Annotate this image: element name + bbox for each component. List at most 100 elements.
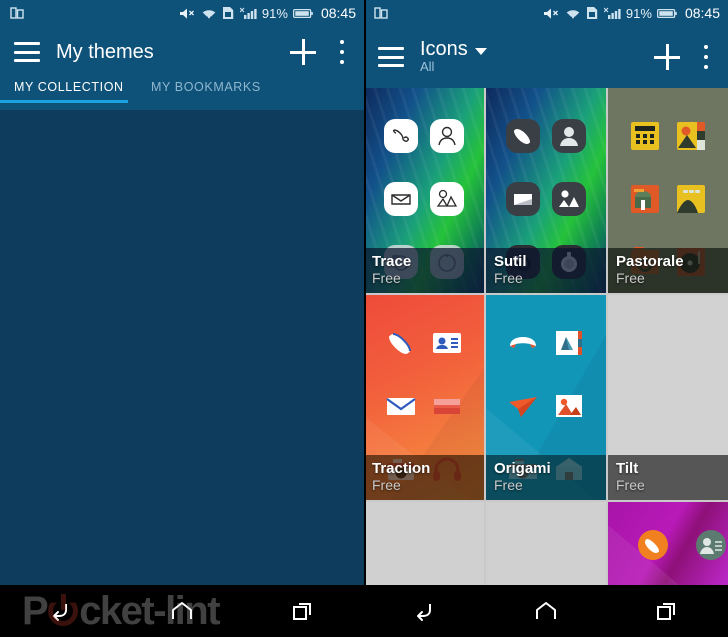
back-button[interactable] [38, 591, 84, 631]
icon-pack-card[interactable] [608, 502, 728, 592]
mute-icon [179, 7, 196, 20]
tab-label: MY BOOKMARKS [151, 80, 261, 94]
tab-label: MY COLLECTION [14, 80, 124, 94]
pack-price: Free [372, 476, 401, 493]
recents-button[interactable] [280, 591, 326, 631]
icon-pack-card[interactable]: Trace Free [364, 88, 484, 293]
pack-price: Free [372, 269, 401, 286]
tab-my-collection[interactable]: MY COLLECTION [0, 80, 137, 110]
icon-pack-card[interactable]: Traction Free [364, 295, 484, 500]
icon-pack-card-loading[interactable] [364, 502, 484, 592]
hamburger-icon[interactable] [378, 47, 404, 67]
contacts-icon [556, 330, 582, 355]
dual-window-icon [374, 6, 388, 20]
category-dropdown[interactable]: Icons [420, 39, 487, 60]
home-icon [535, 602, 556, 619]
pack-price: Free [616, 269, 645, 286]
notes-icon [434, 398, 460, 414]
svg-text:!: ! [232, 15, 234, 20]
sdcard-icon [586, 6, 599, 20]
gallery-icon [556, 394, 582, 417]
pack-label-band: Traction Free [364, 454, 484, 500]
sdcard-icon: ! [222, 6, 235, 21]
mute-icon [543, 7, 560, 20]
hamburger-icon[interactable] [14, 42, 40, 62]
icon-pack-card[interactable]: Pastorale Free [608, 88, 728, 293]
navigation-bar [0, 585, 364, 637]
screen-divider [364, 0, 366, 637]
home-button[interactable] [159, 591, 205, 631]
recents-icon [657, 603, 676, 620]
gallery-icon [677, 121, 705, 150]
overflow-menu-button[interactable] [696, 44, 716, 70]
tab-inactive-underline [137, 100, 265, 103]
pack-price: Free [616, 476, 645, 493]
caret-down-icon [474, 48, 487, 56]
add-icon-pack-button[interactable] [652, 42, 682, 72]
phone-icon [638, 530, 668, 560]
battery-percent-label: 91% [261, 5, 288, 21]
theme-grid: HTC default Free Pastorale Free [0, 110, 364, 114]
mail-icon [631, 184, 659, 213]
battery-percent-label: 91% [625, 5, 652, 21]
pack-price: Free [494, 269, 523, 286]
contacts-icon [552, 118, 586, 153]
pack-name: Origami [494, 459, 551, 477]
contacts-icon [696, 530, 726, 560]
signal-icon [603, 7, 621, 20]
contacts-icon [433, 332, 461, 353]
action-bar: My themes [0, 26, 364, 78]
navigation-bar [364, 585, 728, 637]
icon-pack-card[interactable]: Sutil Free [486, 88, 606, 293]
status-bar: 91% 08:45 [364, 0, 728, 26]
mail-icon [506, 181, 540, 216]
back-icon [52, 604, 67, 621]
tab-my-bookmarks[interactable]: MY BOOKMARKS [151, 80, 274, 110]
clock-label: 08:45 [684, 5, 720, 21]
pack-label-band: Sutil Free [486, 247, 606, 293]
pack-name: Trace [372, 252, 412, 270]
pack-name: Sutil [494, 252, 527, 270]
phone-icon [506, 118, 540, 153]
wifi-icon [565, 7, 581, 20]
action-bar: Icons All [364, 26, 728, 88]
mail-icon [386, 397, 416, 415]
recents-icon [293, 603, 312, 620]
wifi-icon [201, 7, 217, 20]
pack-label-band: Pastorale Free [608, 247, 728, 293]
maps-icon [677, 184, 705, 213]
battery-icon [292, 8, 313, 19]
tab-bar: MY COLLECTION MY BOOKMARKS [0, 78, 364, 110]
back-button[interactable] [402, 591, 448, 631]
status-bar: ! 91% 08:45 [0, 0, 364, 26]
icon-pack-card[interactable]: Tilt Free [608, 295, 728, 500]
tab-active-underline [0, 100, 128, 103]
phone-icon [510, 336, 536, 348]
add-theme-button[interactable] [288, 37, 318, 67]
pack-label-band: Tilt Free [608, 454, 728, 500]
page-subtitle: All [420, 59, 435, 75]
pack-price: Free [494, 476, 523, 493]
phone-icon [389, 332, 411, 354]
page-title: Icons [420, 38, 468, 61]
overflow-menu-button[interactable] [332, 39, 352, 65]
pack-name: Traction [372, 459, 431, 477]
back-icon [416, 604, 431, 621]
battery-icon [656, 8, 677, 19]
phone-icon [384, 118, 418, 153]
pack-name: Tilt [616, 459, 639, 477]
phone-icon [631, 121, 659, 150]
mail-icon [384, 181, 418, 216]
page-title: My themes [56, 40, 154, 63]
pack-label-band: Trace Free [364, 247, 484, 293]
home-button[interactable] [523, 591, 569, 631]
gallery-icon [430, 181, 464, 216]
recents-button[interactable] [644, 591, 690, 631]
screenshot-root: ! 91% 08:45 My themes MY COLLECTION MY B… [0, 0, 728, 637]
icon-pack-card-loading[interactable] [486, 502, 606, 592]
left-phone-screen: ! 91% 08:45 My themes MY COLLECTION MY B… [0, 0, 364, 637]
dual-window-icon [10, 6, 24, 20]
contacts-icon [430, 118, 464, 153]
icon-pack-card[interactable]: Origami Free [486, 295, 606, 500]
home-icon [171, 602, 192, 619]
